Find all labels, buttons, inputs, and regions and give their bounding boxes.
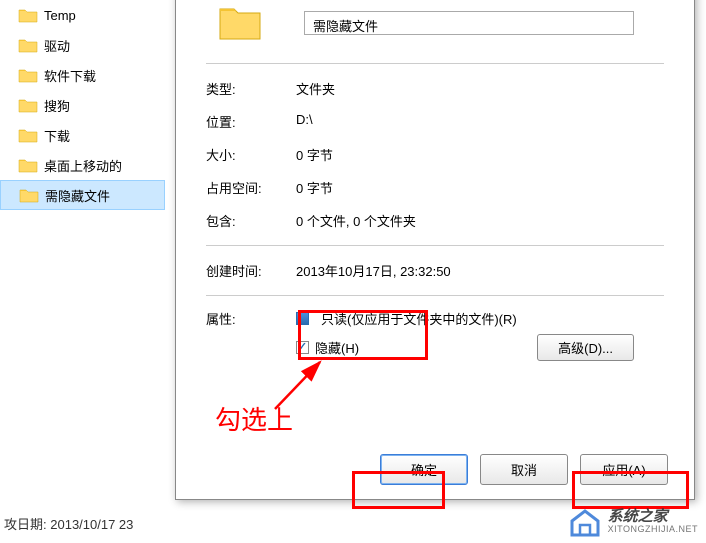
tree-item-label: 桌面上移动的 xyxy=(44,156,122,175)
annotation-highlight-hidden xyxy=(298,310,428,360)
tree-item-label: Temp xyxy=(44,8,76,23)
created-value: 2013年10月17日, 23:32:50 xyxy=(296,261,451,280)
folder-name-input[interactable]: 需隐藏文件 xyxy=(304,11,634,35)
status-date-value: 2013/10/17 23 xyxy=(50,517,133,532)
folder-tree: Temp 驱动 软件下载 搜狗 下载 桌面上移动的 需隐藏文件 xyxy=(0,0,165,543)
divider xyxy=(206,295,664,296)
tree-item-label: 软件下载 xyxy=(44,66,96,85)
large-folder-icon xyxy=(216,0,264,47)
folder-icon xyxy=(18,67,38,83)
folder-icon xyxy=(19,187,39,203)
tree-item-label: 搜狗 xyxy=(44,96,70,115)
annotation-highlight-ok xyxy=(352,471,445,509)
size-label: 大小: xyxy=(206,145,296,164)
contains-value: 0 个文件, 0 个文件夹 xyxy=(296,211,416,230)
status-bar: 攻日期: 2013/10/17 23 xyxy=(0,514,133,533)
watermark-en: XITONGZHIJIA.NET xyxy=(608,525,698,535)
tree-item-label: 下载 xyxy=(44,126,70,145)
location-label: 位置: xyxy=(206,112,296,131)
divider xyxy=(206,245,664,246)
tree-item[interactable]: 驱动 xyxy=(0,30,165,60)
cancel-button[interactable]: 取消 xyxy=(480,454,568,485)
folder-icon xyxy=(18,97,38,113)
folder-icon xyxy=(18,7,38,23)
folder-icon xyxy=(18,157,38,173)
tree-item[interactable]: 下载 xyxy=(0,120,165,150)
location-value: D:\ xyxy=(296,112,313,131)
type-value: 文件夹 xyxy=(296,79,335,98)
contains-label: 包含: xyxy=(206,211,296,230)
advanced-button[interactable]: 高级(D)... xyxy=(537,334,634,361)
tree-item[interactable]: 软件下载 xyxy=(0,60,165,90)
tree-item-temp[interactable]: Temp xyxy=(0,0,165,30)
folder-icon xyxy=(18,127,38,143)
status-date-label: 攻日期: xyxy=(4,517,47,532)
size-value: 0 字节 xyxy=(296,145,333,164)
annotation-highlight-apply xyxy=(572,471,689,509)
watermark-cn: 系统之家 xyxy=(608,509,698,526)
watermark-logo-icon xyxy=(568,507,602,537)
created-label: 创建时间: xyxy=(206,261,296,280)
divider xyxy=(206,63,664,64)
tree-item-label: 驱动 xyxy=(44,36,70,55)
annotation-text: 勾选上 xyxy=(215,400,293,437)
folder-icon xyxy=(18,37,38,53)
disk-size-label: 占用空间: xyxy=(206,178,296,197)
type-label: 类型: xyxy=(206,79,296,98)
disk-size-value: 0 字节 xyxy=(296,178,333,197)
tree-item[interactable]: 桌面上移动的 xyxy=(0,150,165,180)
attributes-label: 属性: xyxy=(206,309,296,328)
tree-item[interactable]: 搜狗 xyxy=(0,90,165,120)
watermark: 系统之家 XITONGZHIJIA.NET xyxy=(568,507,698,537)
tree-item-label: 需隐藏文件 xyxy=(45,186,110,205)
tree-item-selected[interactable]: 需隐藏文件 xyxy=(0,180,165,210)
